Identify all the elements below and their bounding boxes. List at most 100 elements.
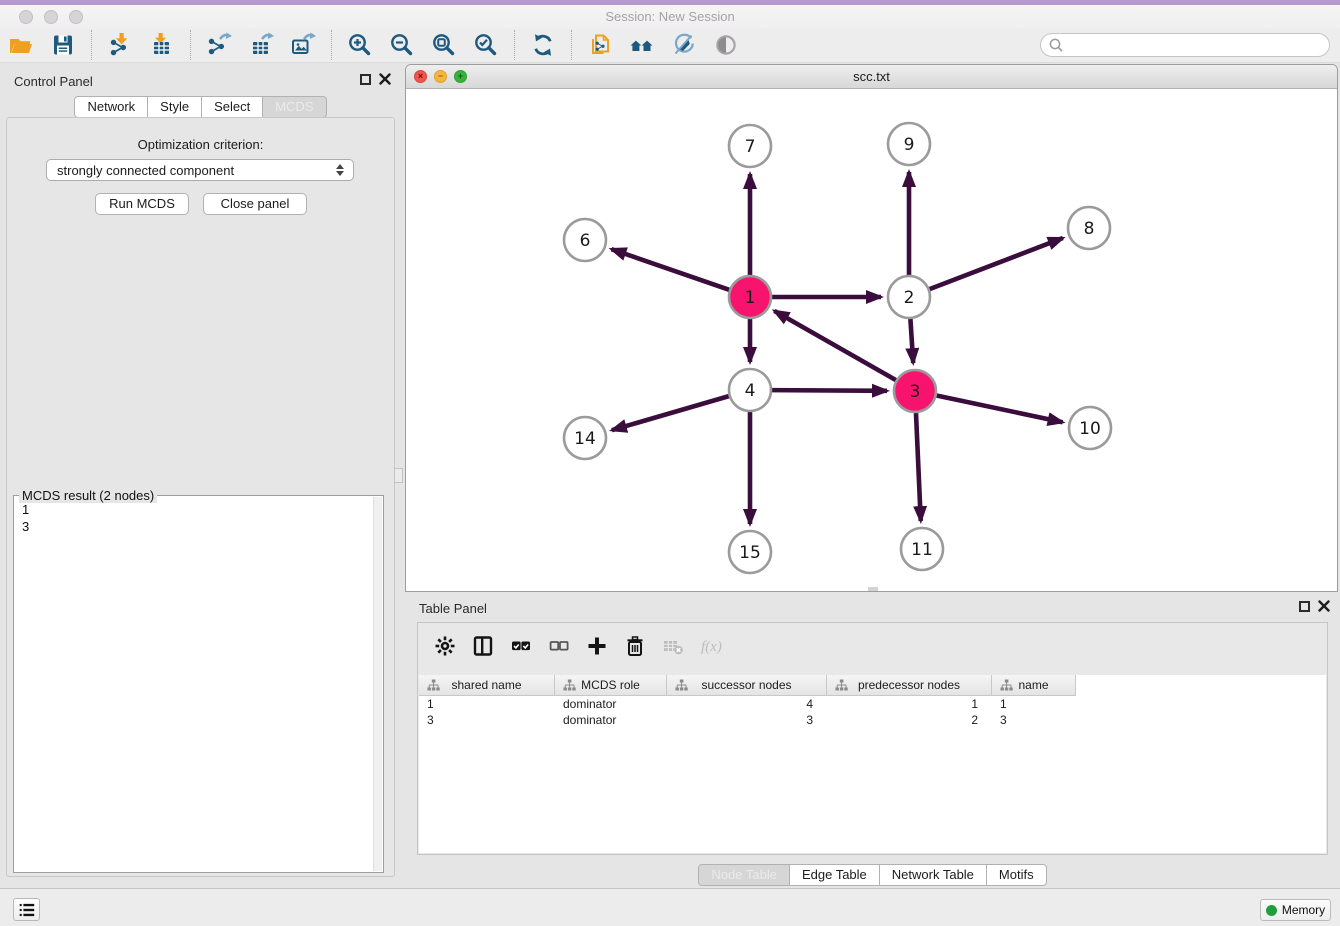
double-home-icon[interactable] bbox=[626, 30, 658, 60]
graph-node-label-15: 15 bbox=[739, 543, 761, 563]
graph-edge-3-1[interactable] bbox=[774, 311, 896, 380]
export-network-icon[interactable] bbox=[203, 30, 235, 60]
delete-table-icon bbox=[658, 631, 688, 661]
table-panel-tabs: Node TableEdge TableNetwork TableMotifs bbox=[405, 864, 1340, 886]
graph-edge-1-6[interactable] bbox=[611, 249, 729, 290]
run-mcds-button[interactable]: Run MCDS bbox=[95, 193, 189, 215]
graph-edge-2-8[interactable] bbox=[930, 238, 1063, 289]
graph-node-label-2: 2 bbox=[904, 288, 915, 308]
graph-edge-4-3[interactable] bbox=[772, 390, 887, 391]
toolbar-separator bbox=[571, 30, 572, 60]
network-window-titlebar[interactable]: × − + scc.txt bbox=[406, 65, 1337, 89]
control-panel: Control Panel NetworkStyleSelectMCDS Opt… bbox=[0, 68, 401, 884]
column-visibility-icon[interactable] bbox=[468, 631, 498, 661]
graph-node-label-7: 7 bbox=[745, 137, 756, 157]
node-table: shared name MCDS role successor nodes prede… bbox=[419, 675, 1326, 853]
column-header-shared-name[interactable]: shared name bbox=[419, 675, 555, 696]
tab-motifs[interactable]: Motifs bbox=[987, 864, 1047, 886]
tab-style[interactable]: Style bbox=[148, 96, 202, 118]
graph-edge-4-14[interactable] bbox=[612, 396, 729, 430]
split-pane-grip[interactable] bbox=[394, 468, 403, 483]
export-image-icon[interactable] bbox=[287, 30, 319, 60]
tab-network[interactable]: Network bbox=[74, 96, 148, 118]
select-all-icon[interactable] bbox=[506, 631, 536, 661]
open-session-icon[interactable] bbox=[5, 30, 37, 60]
table-cell: 3 bbox=[419, 712, 555, 728]
tab-network-table[interactable]: Network Table bbox=[880, 864, 987, 886]
deselect-all-icon[interactable] bbox=[544, 631, 574, 661]
svg-text:f(x): f(x) bbox=[701, 639, 722, 655]
graph-node-label-14: 14 bbox=[574, 429, 596, 449]
main-toolbar bbox=[0, 28, 1340, 63]
search-input[interactable] bbox=[1065, 35, 1329, 55]
criterion-dropdown[interactable]: strongly connected component bbox=[46, 159, 354, 181]
float-table-panel-icon[interactable] bbox=[1299, 601, 1310, 612]
table-cell: 3 bbox=[992, 712, 1076, 728]
eye-icon[interactable] bbox=[710, 30, 742, 60]
save-session-icon[interactable] bbox=[47, 30, 79, 60]
tab-node-table[interactable]: Node Table bbox=[698, 864, 790, 886]
graph-node-label-11: 11 bbox=[911, 540, 933, 560]
control-panel-header: Control Panel bbox=[0, 68, 401, 94]
application-window: Session: New Session Control Panel Netwo… bbox=[0, 0, 1340, 926]
zoom-in-icon[interactable] bbox=[344, 30, 376, 60]
graph-edge-2-3[interactable] bbox=[910, 319, 913, 363]
table-cell: dominator bbox=[555, 712, 667, 728]
function-builder-icon: f(x) bbox=[696, 631, 726, 661]
graph-node-label-4: 4 bbox=[745, 381, 756, 401]
zoom-fit-icon[interactable] bbox=[428, 30, 460, 60]
canvas-resize-grip[interactable] bbox=[868, 587, 878, 591]
optimization-criterion-label: Optimization criterion: bbox=[7, 137, 394, 152]
column-label: MCDS role bbox=[581, 678, 640, 692]
table-row[interactable]: 3dominator323 bbox=[419, 712, 1326, 728]
refresh-icon[interactable] bbox=[527, 30, 559, 60]
float-panel-icon[interactable] bbox=[360, 74, 371, 85]
graph-edge-3-11[interactable] bbox=[916, 413, 921, 521]
table-cell: 4 bbox=[667, 696, 827, 712]
status-bar: Memory bbox=[0, 888, 1340, 926]
table-cell: 3 bbox=[667, 712, 827, 728]
table-cell: 1 bbox=[992, 696, 1076, 712]
hide-annotations-icon[interactable] bbox=[668, 30, 700, 60]
graph-node-label-1: 1 bbox=[745, 288, 756, 308]
tab-select[interactable]: Select bbox=[202, 96, 263, 118]
column-header-MCDS-role[interactable]: MCDS role bbox=[555, 675, 667, 696]
task-history-button[interactable] bbox=[13, 898, 40, 921]
graph-node-label-10: 10 bbox=[1079, 419, 1101, 439]
export-table-icon[interactable] bbox=[245, 30, 277, 60]
graph-node-label-8: 8 bbox=[1084, 219, 1095, 239]
graph: 7968124314101511 bbox=[406, 89, 1337, 591]
import-table-icon[interactable] bbox=[146, 30, 178, 60]
close-table-panel-icon[interactable] bbox=[1318, 600, 1330, 612]
control-panel-tabs: NetworkStyleSelectMCDS bbox=[0, 96, 401, 118]
table-row[interactable]: 1dominator411 bbox=[419, 696, 1326, 712]
network-canvas[interactable]: 7968124314101511 bbox=[406, 89, 1337, 591]
result-scrollbar[interactable] bbox=[373, 497, 382, 871]
mcds-panel: Optimization criterion: strongly connect… bbox=[6, 117, 395, 877]
settings-gear-icon[interactable] bbox=[430, 631, 460, 661]
column-label: shared name bbox=[451, 678, 521, 692]
zoom-out-icon[interactable] bbox=[386, 30, 418, 60]
delete-row-icon[interactable] bbox=[620, 631, 650, 661]
tab-mcds[interactable]: MCDS bbox=[263, 96, 326, 118]
column-label: successor nodes bbox=[701, 678, 791, 692]
graph-node-label-3: 3 bbox=[910, 382, 921, 402]
column-header-successor-nodes[interactable]: successor nodes bbox=[667, 675, 827, 696]
add-row-icon[interactable] bbox=[582, 631, 612, 661]
node-table-container: f(x) shared name MCDS role successor nodes… bbox=[417, 622, 1328, 855]
column-label: name bbox=[1018, 678, 1048, 692]
toolbar-icon-groups bbox=[0, 30, 747, 60]
column-header-name[interactable]: name bbox=[992, 675, 1076, 696]
column-header-predecessor-nodes[interactable]: predecessor nodes bbox=[827, 675, 992, 696]
import-network-icon[interactable] bbox=[104, 30, 136, 60]
memory-status-icon bbox=[1266, 905, 1277, 916]
graph-edge-3-10[interactable] bbox=[937, 396, 1063, 423]
memory-button[interactable]: Memory bbox=[1260, 899, 1331, 921]
close-panel-button[interactable]: Close panel bbox=[203, 193, 307, 215]
network-copy-icon[interactable] bbox=[584, 30, 616, 60]
control-panel-title: Control Panel bbox=[14, 74, 93, 89]
list-icon bbox=[18, 901, 36, 919]
tab-edge-table[interactable]: Edge Table bbox=[790, 864, 880, 886]
close-panel-icon[interactable] bbox=[379, 73, 391, 85]
zoom-selected-icon[interactable] bbox=[470, 30, 502, 60]
